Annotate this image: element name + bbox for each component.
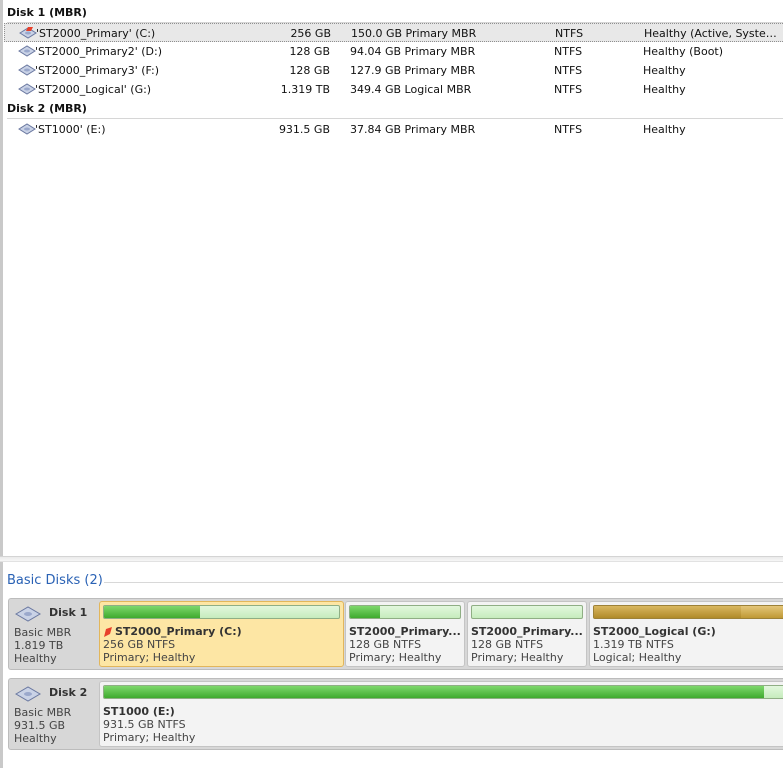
partition-g[interactable]: ST2000_Logical (G:) 1.319 TB NTFS Logica… [589, 601, 783, 667]
partition-size-fs: 931.5 GB NTFS [103, 718, 186, 731]
partition-size-fs: 1.319 TB NTFS [593, 638, 674, 651]
usage-bar-fill [350, 606, 380, 618]
partition-f[interactable]: ST2000_Primary... 128 GB NTFS Primary; H… [467, 601, 587, 667]
volume-capacity: 1.319 TB [280, 83, 330, 96]
volume-row-d[interactable]: 'ST2000_Primary2' (D:) 128 GB 94.04 GB P… [4, 42, 783, 61]
disk-size: 1.819 TB [14, 639, 64, 652]
disk-name: Disk 2 [49, 686, 88, 699]
partition-e[interactable]: ST1000 (E:) 931.5 GB NTFS Primary; Healt… [99, 681, 783, 747]
usage-bar-fill [594, 606, 741, 618]
usage-bar-fill [104, 686, 765, 698]
partition-status: Primary; Healthy [103, 651, 196, 664]
partition-status: Primary; Healthy [471, 651, 564, 664]
volume-row-c[interactable]: 'ST2000_Primary' (C:) 256 GB 150.0 GB Pr… [4, 23, 783, 42]
disk-size: 931.5 GB [14, 719, 66, 732]
system-volume-icon [19, 27, 37, 39]
partition-name: ST1000 (E:) [103, 705, 175, 718]
volume-file-system: NTFS [554, 123, 583, 136]
volume-list: Disk 1 (MBR) 'ST2000_Primary' (C:) 256 G… [0, 0, 783, 556]
volume-file-system: NTFS [554, 64, 583, 77]
usage-bar [349, 605, 461, 619]
disk-graphic-view: Basic Disks (2) Disk 1 Basic MBR 1.819 T… [0, 562, 783, 768]
volume-capacity: 931.5 GB [278, 123, 330, 136]
group-header-disk1: Disk 1 (MBR) [7, 5, 783, 23]
partition-status: Primary; Healthy [349, 651, 442, 664]
partition-c[interactable]: ST2000_Primary (C:) 256 GB NTFS Primary;… [99, 601, 344, 667]
partition-name: ST2000_Logical (G:) [593, 625, 716, 638]
volume-capacity: 256 GB [290, 27, 331, 40]
group-separator [7, 118, 783, 119]
usage-bar [593, 605, 783, 619]
disk-bar-disk2[interactable]: Disk 2 Basic MBR 931.5 GB Healthy ST1000… [8, 678, 783, 750]
partition-name: ST2000_Primary... [349, 625, 461, 638]
volume-status: Healthy [643, 83, 686, 96]
partition-name: ST2000_Primary... [471, 625, 583, 638]
volume-row-g[interactable]: 'ST2000_Logical' (G:) 1.319 TB 349.4 GB … [4, 80, 783, 99]
volume-file-system: NTFS [555, 27, 584, 40]
volume-icon [18, 45, 36, 57]
group-header-disk2: Disk 2 (MBR) [7, 101, 783, 119]
volume-icon [18, 83, 36, 95]
volume-status: Healthy [643, 64, 686, 77]
usage-bar-fill [104, 606, 201, 618]
volume-row-e[interactable]: 'ST1000' (E:) 931.5 GB 37.84 GB Primary … [4, 120, 783, 139]
disk-info[interactable]: Disk 1 Basic MBR 1.819 TB Healthy [9, 599, 99, 669]
partition-size-fs: 128 GB NTFS [471, 638, 544, 651]
volume-name: 'ST2000_Primary' (C:) [36, 27, 156, 40]
partition-size-fs: 128 GB NTFS [349, 638, 422, 651]
volume-free-space: 94.04 GB Primary MBR [350, 45, 476, 58]
volume-free-space: 127.9 GB Primary MBR [350, 64, 476, 77]
volume-file-system: NTFS [554, 83, 583, 96]
usage-bar [103, 685, 783, 699]
volume-free-space: 37.84 GB Primary MBR [350, 123, 476, 136]
volume-free-space: 349.4 GB Logical MBR [350, 83, 472, 96]
disk-type: Basic MBR [14, 706, 72, 719]
partition-status: Primary; Healthy [103, 731, 196, 744]
volume-name: 'ST2000_Logical' (G:) [35, 83, 152, 96]
disk-status: Healthy [14, 652, 57, 665]
volume-capacity: 128 GB [289, 45, 330, 58]
partition-size-fs: 256 GB NTFS [103, 638, 176, 651]
volume-name: 'ST2000_Primary2' (D:) [35, 45, 163, 58]
section-title: Basic Disks (2) [7, 573, 103, 588]
disk-name: Disk 1 [49, 606, 88, 619]
disk-icon [15, 686, 41, 702]
disk-info[interactable]: Disk 2 Basic MBR 931.5 GB Healthy [9, 679, 99, 749]
volume-row-f[interactable]: 'ST2000_Primary3' (F:) 128 GB 127.9 GB P… [4, 61, 783, 80]
volume-name: 'ST1000' (E:) [35, 123, 106, 136]
volume-status: Healthy [643, 123, 686, 136]
disk-icon [15, 606, 41, 622]
usage-bar [103, 605, 340, 619]
volume-icon [18, 123, 36, 135]
volume-name: 'ST2000_Primary3' (F:) [35, 64, 160, 77]
disk-bar-disk1[interactable]: Disk 1 Basic MBR 1.819 TB Healthy ST2000… [8, 598, 783, 670]
disk-status: Healthy [14, 732, 57, 745]
volume-free-space: 150.0 GB Primary MBR [351, 27, 477, 40]
section-divider [104, 582, 783, 583]
volume-status: Healthy (Boot) [643, 45, 724, 58]
volume-file-system: NTFS [554, 45, 583, 58]
partition-status: Logical; Healthy [593, 651, 682, 664]
usage-bar [471, 605, 583, 619]
partition-d[interactable]: ST2000_Primary... 128 GB NTFS Primary; H… [345, 601, 465, 667]
volume-status: Healthy (Active, System, B... [644, 27, 783, 40]
partition-name: ST2000_Primary (C:) [115, 625, 242, 638]
volume-icon [18, 64, 36, 76]
disk-type: Basic MBR [14, 626, 72, 639]
volume-capacity: 128 GB [289, 64, 330, 77]
